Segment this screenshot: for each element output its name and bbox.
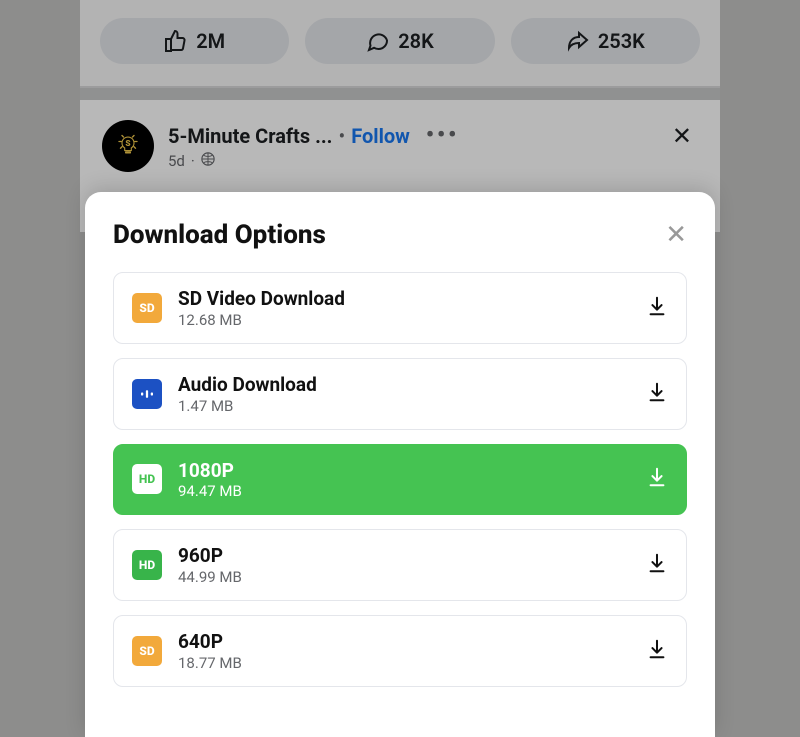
feed-gap [80, 88, 720, 100]
option-label: 1080P [178, 459, 630, 483]
option-size: 18.77 MB [178, 654, 630, 672]
comment-count: 28K [398, 29, 434, 53]
page-name[interactable]: 5-Minute Crafts ... [168, 124, 332, 148]
hd-badge-icon: HD [132, 550, 162, 580]
option-label: 960P [178, 544, 630, 568]
modal-title: Download Options [113, 220, 326, 250]
option-label: 640P [178, 630, 630, 654]
globe-icon [201, 152, 215, 170]
option-text: 1080P94.47 MB [178, 459, 630, 501]
separator-dot: · [191, 152, 195, 170]
option-size: 12.68 MB [178, 311, 630, 329]
option-text: Audio Download1.47 MB [178, 373, 630, 415]
close-post-button[interactable]: ✕ [666, 122, 698, 151]
comment-button[interactable]: 28K [305, 18, 494, 64]
option-text: SD Video Download12.68 MB [178, 287, 630, 329]
thumbs-up-icon [164, 29, 188, 53]
option-label: SD Video Download [178, 287, 630, 311]
download-option-3[interactable]: HD 960P44.99 MB [113, 529, 687, 601]
follow-link[interactable]: Follow [351, 124, 410, 148]
engagement-bar: 2M 28K 253K [80, 0, 720, 88]
download-icon [646, 552, 668, 578]
option-text: 960P44.99 MB [178, 544, 630, 586]
sd-badge-icon: SD [132, 293, 162, 323]
modal-header: Download Options ✕ [113, 220, 687, 250]
post-meta: 5-Minute Crafts ... • Follow ••• ✕ 5d · [168, 122, 698, 171]
modal-close-button[interactable]: ✕ [665, 220, 687, 250]
comment-icon [366, 29, 390, 53]
download-icon [646, 381, 668, 407]
download-icon [646, 638, 668, 664]
like-count: 2M [196, 29, 225, 53]
option-label: Audio Download [178, 373, 630, 397]
download-option-0[interactable]: SD SD Video Download12.68 MB [113, 272, 687, 344]
share-button[interactable]: 253K [511, 18, 700, 64]
download-options-modal: Download Options ✕ SD SD Video Download12… [85, 192, 715, 737]
hd-white-badge-icon: HD [132, 464, 162, 494]
option-size: 94.47 MB [178, 482, 630, 500]
download-option-1[interactable]: Audio Download1.47 MB [113, 358, 687, 430]
avatar[interactable]: S [102, 120, 154, 172]
like-button[interactable]: 2M [100, 18, 289, 64]
share-icon [566, 29, 590, 53]
option-size: 1.47 MB [178, 397, 630, 415]
audio-badge-icon [132, 379, 162, 409]
download-option-4[interactable]: SD 640P18.77 MB [113, 615, 687, 687]
download-option-2[interactable]: HD 1080P94.47 MB [113, 444, 687, 516]
option-size: 44.99 MB [178, 568, 630, 586]
lightbulb-icon: S [113, 131, 143, 161]
separator-dot: • [338, 124, 345, 148]
options-list: SD SD Video Download12.68 MB Audio Downloa… [113, 272, 687, 687]
post-time: 5d [168, 152, 185, 170]
post-title-row: 5-Minute Crafts ... • Follow ••• ✕ [168, 122, 698, 151]
download-icon [646, 466, 668, 492]
more-options-button[interactable]: ••• [426, 123, 459, 149]
share-count: 253K [598, 29, 645, 53]
post-sub-row: 5d · [168, 152, 698, 170]
svg-text:S: S [125, 139, 130, 149]
option-text: 640P18.77 MB [178, 630, 630, 672]
sd-badge-icon: SD [132, 636, 162, 666]
download-icon [646, 295, 668, 321]
